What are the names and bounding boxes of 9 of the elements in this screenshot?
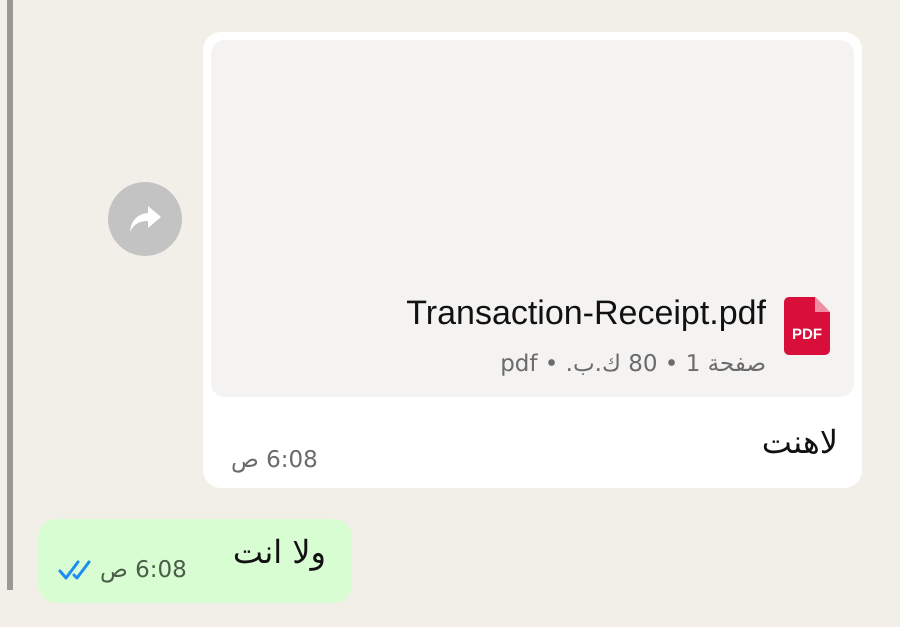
- message-time: 6:08 ص: [100, 557, 187, 583]
- file-name: Transaction-Receipt.pdf: [406, 293, 766, 334]
- file-details: صفحة 1 • 80 ك.ب. • pdf: [500, 351, 766, 377]
- pdf-icon: PDF: [784, 297, 830, 355]
- scrollbar[interactable]: [7, 0, 13, 590]
- forward-arrow-icon: [128, 204, 162, 234]
- message-text: ولا انت: [232, 533, 326, 571]
- message-time: 6:08 ص: [231, 447, 318, 473]
- message-text: لاهنت: [762, 423, 838, 461]
